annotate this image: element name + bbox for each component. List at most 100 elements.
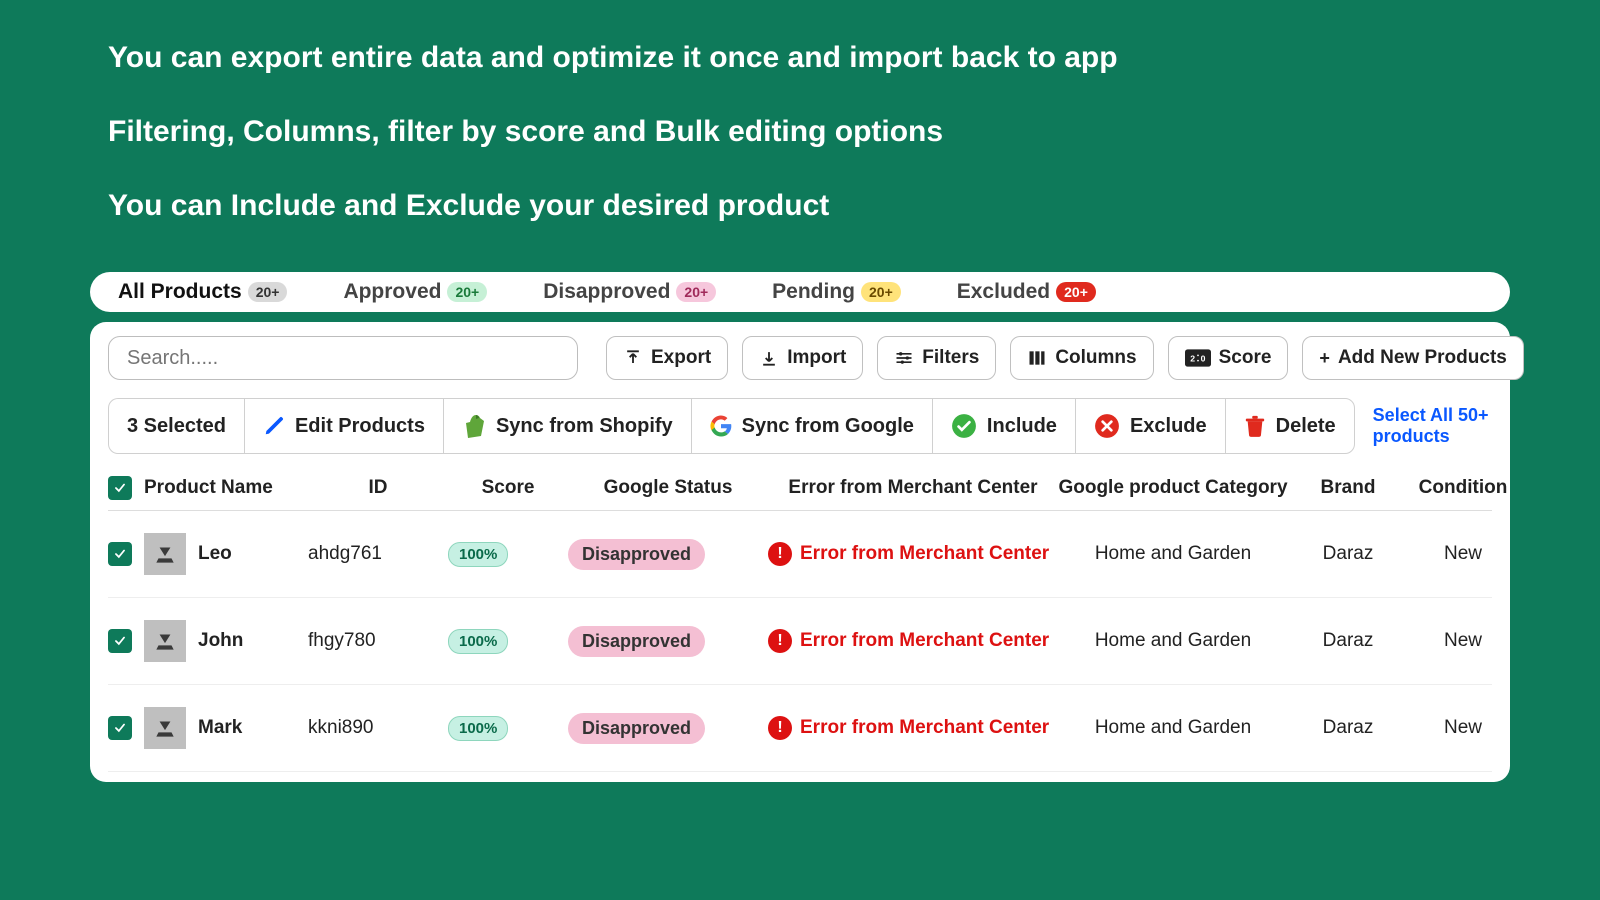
tab-label: Pending xyxy=(772,280,855,304)
tab-label: Approved xyxy=(343,280,441,304)
button-label: Sync from Shopify xyxy=(496,415,673,438)
button-label: Add New Products xyxy=(1338,347,1507,369)
google-category: Home and Garden xyxy=(1058,630,1288,652)
brand: Daraz xyxy=(1288,630,1408,652)
tab-count-badge: 20+ xyxy=(1056,282,1096,302)
sync-google-button[interactable]: Sync from Google xyxy=(691,398,932,454)
shopify-icon xyxy=(462,413,486,439)
brand: Daraz xyxy=(1288,717,1408,739)
tab-pending[interactable]: Pending 20+ xyxy=(772,280,901,304)
headline-2: Filtering, Columns, filter by score and … xyxy=(108,114,1500,150)
button-label: Score xyxy=(1219,347,1272,369)
score-badge: 100% xyxy=(448,629,508,654)
products-panel: Export Import Filters Columns 20 Score xyxy=(90,322,1510,782)
product-name: Leo xyxy=(198,543,232,565)
condition: New xyxy=(1408,717,1518,739)
selection-count-label: 3 Selected xyxy=(127,415,226,438)
tab-label: Disapproved xyxy=(543,280,670,304)
button-label: Import xyxy=(787,347,846,369)
col-condition: Condition xyxy=(1408,477,1518,499)
search-input[interactable] xyxy=(108,336,578,380)
col-gcat: Google product Category xyxy=(1058,477,1288,499)
header-checkbox[interactable] xyxy=(108,476,132,500)
table-row: Leo ahdg761 100% Disapproved ! Error fro… xyxy=(108,511,1492,598)
add-new-products-button[interactable]: + Add New Products xyxy=(1302,336,1523,380)
svg-text:0: 0 xyxy=(1200,353,1205,363)
google-icon xyxy=(710,415,732,437)
merchant-error-text: Error from Merchant Center xyxy=(800,543,1049,565)
merchant-error: ! Error from Merchant Center xyxy=(768,629,1058,653)
export-button[interactable]: Export xyxy=(606,336,728,380)
brand: Daraz xyxy=(1288,543,1408,565)
svg-text:2: 2 xyxy=(1190,353,1195,363)
google-category: Home and Garden xyxy=(1058,717,1288,739)
edit-products-button[interactable]: Edit Products xyxy=(244,398,443,454)
selection-count: 3 Selected xyxy=(108,398,244,454)
col-score: Score xyxy=(448,477,568,499)
merchant-error: ! Error from Merchant Center xyxy=(768,716,1058,740)
condition: New xyxy=(1408,543,1518,565)
delete-button[interactable]: Delete xyxy=(1225,398,1355,454)
google-category: Home and Garden xyxy=(1058,543,1288,565)
upload-icon xyxy=(623,348,643,368)
marketing-headlines: You can export entire data and optimize … xyxy=(0,0,1600,272)
tab-label: All Products xyxy=(118,280,242,304)
download-icon xyxy=(759,348,779,368)
product-name: Mark xyxy=(198,717,242,739)
tab-count-badge: 20+ xyxy=(447,282,487,302)
score-button[interactable]: 20 Score xyxy=(1168,336,1289,380)
row-checkbox[interactable] xyxy=(108,629,132,653)
button-label: Delete xyxy=(1276,415,1336,438)
col-gstatus: Google Status xyxy=(568,477,768,499)
columns-button[interactable]: Columns xyxy=(1010,336,1153,380)
score-badge: 100% xyxy=(448,542,508,567)
error-icon: ! xyxy=(768,629,792,653)
check-circle-icon xyxy=(951,413,977,439)
tab-label: Excluded xyxy=(957,280,1050,304)
table-body: Leo ahdg761 100% Disapproved ! Error fro… xyxy=(108,511,1492,772)
product-thumbnail xyxy=(144,620,186,662)
plus-icon: + xyxy=(1319,348,1330,369)
exclude-button[interactable]: Exclude xyxy=(1075,398,1225,454)
tab-disapproved[interactable]: Disapproved 20+ xyxy=(543,280,716,304)
row-checkbox[interactable] xyxy=(108,716,132,740)
trash-icon xyxy=(1244,414,1266,438)
button-label: Filters xyxy=(922,347,979,369)
product-thumbnail xyxy=(144,707,186,749)
button-label: Columns xyxy=(1055,347,1136,369)
sync-shopify-button[interactable]: Sync from Shopify xyxy=(443,398,691,454)
tab-all-products[interactable]: All Products 20+ xyxy=(118,280,287,304)
merchant-error: ! Error from Merchant Center xyxy=(768,542,1058,566)
merchant-error-text: Error from Merchant Center xyxy=(800,630,1049,652)
error-icon: ! xyxy=(768,542,792,566)
product-id: fhgy780 xyxy=(308,630,448,652)
button-label: Export xyxy=(651,347,711,369)
include-button[interactable]: Include xyxy=(932,398,1075,454)
filters-button[interactable]: Filters xyxy=(877,336,996,380)
google-status-badge: Disapproved xyxy=(568,626,705,657)
col-brand: Brand xyxy=(1288,477,1408,499)
google-status-badge: Disapproved xyxy=(568,539,705,570)
toolbar-primary: Export Import Filters Columns 20 Score xyxy=(108,336,1492,380)
toolbar-selection: 3 Selected Edit Products Sync from Shopi… xyxy=(108,398,1492,454)
headline-3: You can Include and Exclude your desired… xyxy=(108,188,1500,224)
score-badge: 100% xyxy=(448,716,508,741)
tab-excluded[interactable]: Excluded 20+ xyxy=(957,280,1096,304)
tab-approved[interactable]: Approved 20+ xyxy=(343,280,487,304)
tab-count-badge: 20+ xyxy=(861,282,901,302)
select-all-link[interactable]: Select All 50+ products xyxy=(1373,405,1492,447)
sliders-icon xyxy=(894,348,914,368)
error-icon: ! xyxy=(768,716,792,740)
pencil-icon xyxy=(263,415,285,437)
condition: New xyxy=(1408,630,1518,652)
merchant-error-text: Error from Merchant Center xyxy=(800,717,1049,739)
product-id: kkni890 xyxy=(308,717,448,739)
button-label: Edit Products xyxy=(295,415,425,438)
product-id: ahdg761 xyxy=(308,543,448,565)
product-thumbnail xyxy=(144,533,186,575)
col-id: ID xyxy=(308,477,448,499)
import-button[interactable]: Import xyxy=(742,336,863,380)
headline-1: You can export entire data and optimize … xyxy=(108,40,1500,76)
row-checkbox[interactable] xyxy=(108,542,132,566)
filter-tabs-bar: All Products 20+ Approved 20+ Disapprove… xyxy=(90,272,1510,312)
